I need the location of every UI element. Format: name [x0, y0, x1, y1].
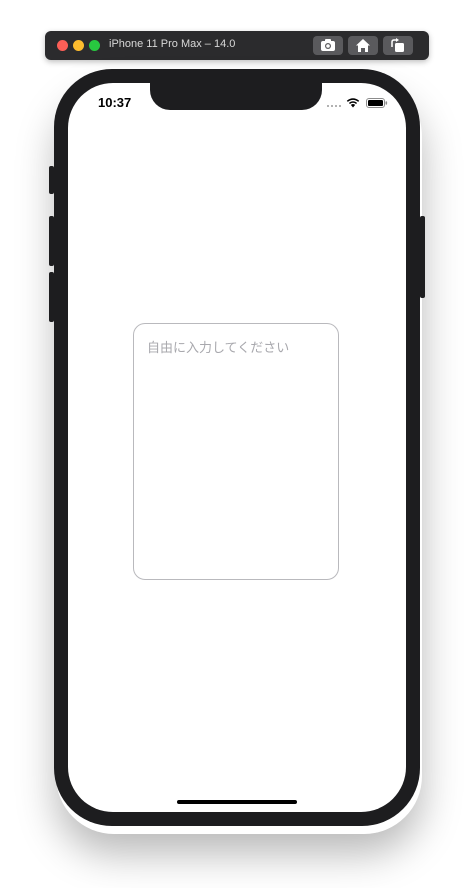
rotate-button[interactable] — [383, 36, 413, 55]
zoom-window-button[interactable] — [89, 40, 100, 51]
home-button[interactable] — [348, 36, 378, 55]
simulator-window: iPhone 11 Pro Max – 14.0 10:37 自由に入力してくだ… — [0, 0, 474, 888]
simulator-title: iPhone 11 Pro Max – 14.0 — [109, 38, 236, 50]
screenshot-button[interactable] — [313, 36, 343, 55]
text-view-placeholder: 自由に入力してください — [147, 341, 290, 356]
minimize-window-button[interactable] — [73, 40, 84, 51]
battery-icon — [366, 98, 388, 108]
power-button — [420, 216, 425, 298]
wifi-icon — [346, 98, 360, 108]
rotate-icon — [391, 38, 404, 52]
home-indicator[interactable] — [177, 800, 297, 804]
status-bar-time: 10:37 — [98, 95, 132, 110]
simulator-title-bar: iPhone 11 Pro Max – 14.0 — [45, 31, 429, 60]
notch — [150, 83, 322, 110]
cellular-signal-icon — [327, 105, 341, 108]
close-window-button[interactable] — [57, 40, 68, 51]
device-screen: 10:37 自由に入力してください — [68, 83, 406, 812]
free-text-input[interactable]: 自由に入力してください — [133, 323, 339, 580]
camera-icon — [321, 39, 335, 51]
home-icon — [356, 39, 370, 52]
